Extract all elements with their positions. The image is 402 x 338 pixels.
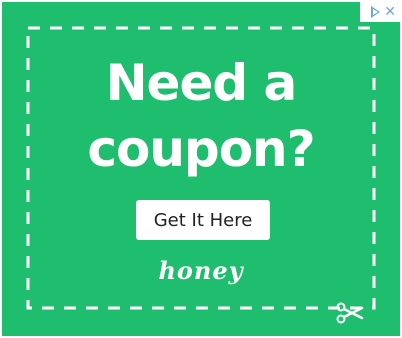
ad-choices-badge[interactable]: ✕ [360, 2, 400, 22]
adchoices-play-icon[interactable] [371, 6, 381, 18]
close-icon[interactable]: ✕ [384, 5, 396, 19]
coupon-ad-banner[interactable]: ✕ Need a coupon? Get It Here honey [2, 2, 400, 336]
get-it-here-button[interactable]: Get It Here [136, 200, 270, 240]
headline-line-1: Need a [105, 54, 298, 112]
headline-line-2: coupon? [87, 120, 315, 178]
honey-logo: honey [158, 256, 244, 285]
scissors-icon [336, 302, 364, 324]
